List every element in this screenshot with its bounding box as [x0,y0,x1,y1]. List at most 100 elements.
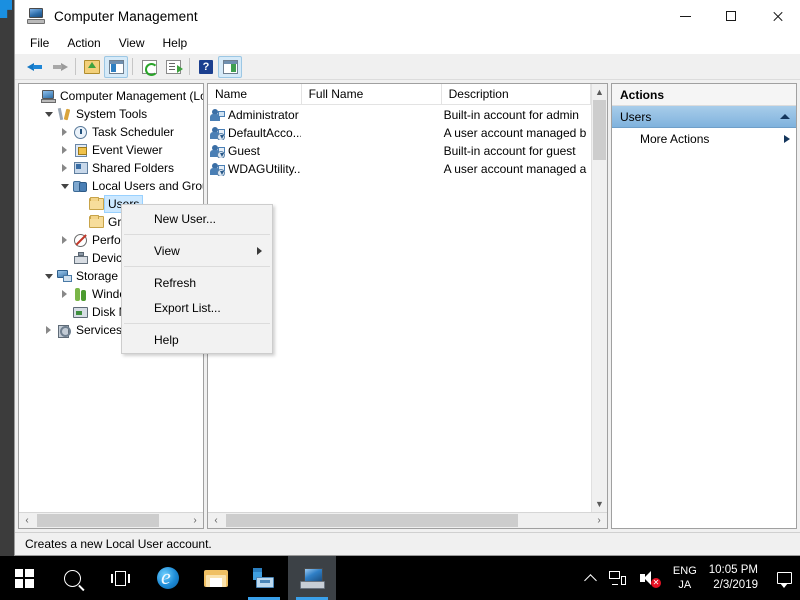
context-menu-item-help[interactable]: Help [122,327,272,352]
show-hide-action-pane-button[interactable] [218,55,242,78]
list-vertical-scrollbar[interactable]: ▲ ▼ [591,84,607,512]
task-view-icon [110,570,130,586]
tree-item-computer-management-local[interactable]: Computer Management (Local [19,87,203,105]
tree-item-label: Local Users and Groups [92,179,203,193]
table-row[interactable]: Guest Built-in account for guest [208,142,591,160]
menu-file[interactable]: File [21,33,58,53]
context-menu-item-label: Help [154,332,179,347]
context-menu-item-refresh[interactable]: Refresh [122,270,272,295]
user-name: DefaultAcco... [228,126,302,140]
context-menu-item-label: Export List... [154,300,221,315]
list-vscroll-track[interactable] [592,100,607,496]
close-icon [772,11,783,22]
column-header-full-name[interactable]: Full Name [302,84,442,104]
menu-view[interactable]: View [110,33,154,53]
cell-name: WDAGUtility... [208,162,301,176]
export-list-button[interactable] [161,56,185,78]
context-menu-item-export-list[interactable]: Export List... [122,295,272,320]
table-row[interactable]: Administrator Built-in account for admin [208,106,591,124]
system-tray: ✕ ENG JA 10:05 PM 2/3/2019 [579,556,800,600]
column-header-description[interactable]: Description [442,84,591,104]
minimize-button[interactable] [662,0,708,32]
chevron-right-icon[interactable] [57,164,72,172]
menu-help[interactable]: Help [154,33,197,53]
show-hidden-icons-button[interactable] [579,556,602,600]
start-button[interactable] [0,556,48,600]
internet-explorer-button[interactable] [144,556,192,600]
network-button[interactable] [602,556,633,600]
chevron-right-icon[interactable] [57,236,72,244]
column-header-label: Full Name [308,87,364,101]
context-menu-item-new-user[interactable]: New User... [122,206,272,231]
tree-scroll-right-button[interactable]: › [187,513,203,528]
forward-arrow-icon [51,60,68,73]
computer-management-button[interactable] [288,556,336,600]
tree-scroll-thumb[interactable] [37,514,159,527]
title-bar[interactable]: Computer Management [15,0,800,32]
chevron-down-icon[interactable] [41,112,56,117]
services-icon [56,324,73,338]
help-button[interactable]: ? [194,56,218,78]
chevron-down-icon[interactable] [57,184,72,189]
device-manager-icon [72,252,89,264]
tree-item-event-viewer[interactable]: Event Viewer [19,141,203,159]
tree-item-shared-folders[interactable]: Shared Folders [19,159,203,177]
table-row[interactable]: DefaultAcco... A user account managed b [208,124,591,142]
tree-item-task-scheduler[interactable]: Task Scheduler [19,123,203,141]
chevron-right-icon[interactable] [57,290,72,298]
desktop-shortcut-icon[interactable] [0,0,12,18]
action-more-actions[interactable]: More Actions [612,128,796,150]
close-button[interactable] [754,0,800,32]
caret-up-icon[interactable] [780,114,790,119]
chevron-right-icon[interactable] [41,326,56,334]
volume-button[interactable]: ✕ [633,556,665,600]
system-tools-icon [56,108,73,121]
show-hide-console-tree-button[interactable] [104,55,128,78]
language-indicator[interactable]: ENG JA [665,564,705,592]
refresh-button[interactable] [137,56,161,78]
toolbar-separator [189,58,190,75]
tree-scroll-track[interactable] [35,513,187,528]
list-scroll-right-button[interactable]: › [591,513,607,528]
cell-description: Built-in account for admin [442,108,591,122]
forward-button[interactable] [47,56,71,78]
back-button[interactable] [23,56,47,78]
actions-pane-title: Actions [612,84,796,106]
minimize-icon [679,15,691,17]
folder-icon [88,215,105,228]
task-scheduler-icon [72,125,89,139]
tree-item-system-tools[interactable]: System Tools [19,105,203,123]
actions-group-users[interactable]: Users [612,106,796,128]
list-scroll-up-button[interactable]: ▲ [592,84,607,100]
file-explorer-button[interactable] [192,556,240,600]
task-view-button[interactable] [96,556,144,600]
table-row[interactable]: WDAGUtility... A user account managed a [208,160,591,178]
server-manager-button[interactable] [240,556,288,600]
list-scroll-left-button[interactable]: ‹ [208,513,224,528]
computer-management-icon [299,567,325,589]
list-scroll-track[interactable] [224,513,591,528]
action-center-button[interactable] [768,556,800,600]
up-one-level-button[interactable] [80,56,104,78]
clock[interactable]: 10:05 PM 2/3/2019 [705,563,768,593]
folder-icon [88,197,105,210]
list-horizontal-scrollbar[interactable]: ‹ › [208,512,607,528]
chevron-down-icon[interactable] [41,274,56,279]
chevron-right-icon[interactable] [57,146,72,154]
maximize-button[interactable] [708,0,754,32]
action-item-label: More Actions [640,132,710,146]
tree-scroll-left-button[interactable]: ‹ [19,513,35,528]
list-scroll-down-button[interactable]: ▼ [592,496,607,512]
tree-item-local-users-and-groups[interactable]: Local Users and Groups [19,177,203,195]
cell-description: A user account managed a [442,162,591,176]
actions-group-label: Users [620,109,652,124]
tree-horizontal-scrollbar[interactable]: ‹ › [19,512,203,528]
network-icon [608,571,626,585]
search-button[interactable] [48,556,96,600]
menu-action[interactable]: Action [58,33,109,53]
context-menu-item-view[interactable]: View [122,238,272,263]
list-vscroll-thumb[interactable] [593,100,606,160]
column-header-name[interactable]: Name [208,84,302,104]
chevron-right-icon[interactable] [57,128,72,136]
list-scroll-thumb[interactable] [226,514,518,527]
